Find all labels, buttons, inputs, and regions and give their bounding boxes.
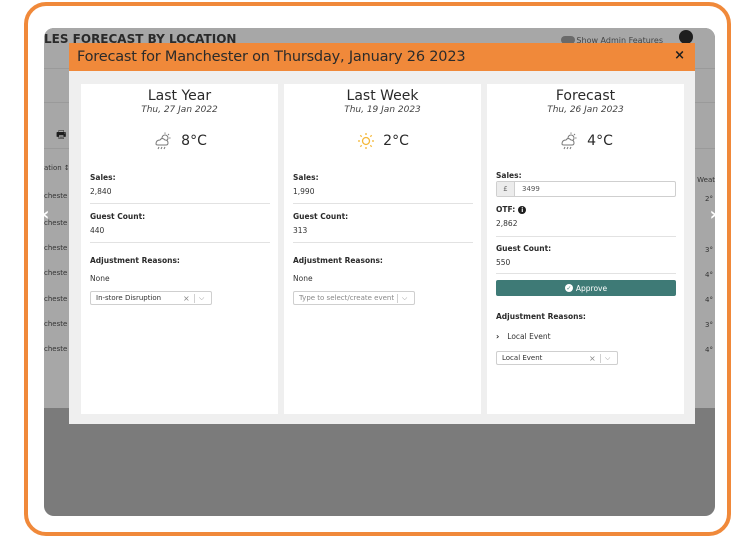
chevron-down-icon[interactable]: ⌵	[402, 294, 407, 303]
card-title: Last Week	[346, 88, 419, 104]
adjustment-reasons-label: Adjustment Reasons:	[90, 256, 180, 265]
next-day-arrow-icon[interactable]: ›	[710, 204, 715, 225]
divider	[293, 203, 473, 204]
divider	[496, 236, 676, 237]
table-row-temp: 4°	[705, 271, 713, 279]
table-row-location: cheste	[44, 320, 68, 328]
info-icon[interactable]: i	[518, 206, 527, 214]
guest-count-label: Guest Count:	[293, 212, 349, 221]
table-row-temp: 3°	[705, 321, 713, 329]
weather-column-header: Weat	[697, 176, 715, 184]
table-row-location: cheste	[44, 269, 68, 277]
sales-value: 2,840	[90, 187, 112, 196]
chevron-right-icon[interactable]: ›	[496, 332, 499, 341]
print-icon[interactable]: 🖶	[56, 126, 66, 145]
sales-input-value: 3499	[522, 185, 540, 193]
adjustment-reasons-label: Adjustment Reasons:	[496, 312, 586, 321]
table-row-location: cheste	[44, 345, 68, 353]
select-separator	[397, 293, 398, 303]
reason-list-item[interactable]: › Local Event	[496, 332, 551, 341]
table-row-temp: 4°	[705, 296, 713, 304]
select-value: In-store Disruption	[96, 294, 162, 302]
cloud-rain-sun-icon	[561, 132, 577, 150]
adjustment-reasons-value: None	[293, 274, 313, 283]
sales-input[interactable]: £ 3499	[496, 181, 676, 197]
guest-count-value: 550	[496, 258, 511, 267]
reason-item-label: Local Event	[507, 332, 551, 341]
card-date: Thu, 26 Jan 2023	[547, 105, 624, 115]
temperature: 2°C	[383, 133, 409, 149]
table-row-temp: 4°	[705, 346, 713, 354]
card-date: Thu, 19 Jan 2023	[344, 105, 421, 115]
sun-icon	[358, 133, 375, 149]
guest-count-label: Guest Count:	[496, 244, 552, 253]
last-week-card: Last Week Thu, 19 Jan 2023 2°C Sales: 1,…	[284, 84, 481, 414]
guest-count-label: Guest Count:	[90, 212, 146, 221]
currency-symbol: £	[497, 182, 515, 196]
app-screen: LES FORECAST BY LOCATION Show Admin Feat…	[44, 28, 715, 516]
temperature: 8°C	[181, 133, 207, 149]
divider	[496, 273, 676, 274]
chevron-down-icon[interactable]: ⌵	[605, 354, 610, 363]
divider	[90, 203, 270, 204]
clear-icon[interactable]: ×	[183, 294, 190, 303]
last-year-card: Last Year Thu, 27 Jan 2022 8°C Sales: 2,…	[81, 84, 278, 414]
location-column-header[interactable]: ation ↕	[44, 164, 70, 172]
previous-day-arrow-icon[interactable]: ‹	[44, 204, 49, 225]
divider	[293, 242, 473, 243]
otf-value: 2,862	[496, 219, 518, 228]
approve-button[interactable]: ✓ Approve	[496, 280, 676, 296]
device-frame: LES FORECAST BY LOCATION Show Admin Feat…	[24, 2, 731, 536]
select-placeholder: Type to select/create event	[299, 294, 395, 302]
temperature: 4°C	[587, 133, 613, 149]
card-title: Forecast	[555, 88, 616, 104]
sales-label: Sales:	[496, 171, 522, 180]
modal-header: Forecast for Manchester on Thursday, Jan…	[69, 43, 695, 71]
table-row-temp: 3°	[705, 246, 713, 254]
select-separator	[600, 353, 601, 363]
forecast-card: Forecast Thu, 26 Jan 2023 4°C Sales: £ 3…	[487, 84, 684, 414]
divider	[90, 242, 270, 243]
sales-label: Sales:	[293, 173, 319, 182]
approve-label: Approve	[575, 283, 608, 293]
forecast-modal: Forecast for Manchester on Thursday, Jan…	[69, 43, 695, 424]
check-circle-icon: ✓	[564, 284, 573, 292]
select-separator	[194, 293, 195, 303]
chevron-down-icon[interactable]: ⌵	[199, 294, 204, 303]
select-value: Local Event	[502, 354, 543, 362]
sales-label: Sales:	[90, 173, 116, 182]
adjustment-reason-select[interactable]: Local Event × ⌵	[496, 351, 618, 365]
otf-label: OTF:	[496, 205, 516, 214]
table-row-location: cheste	[44, 192, 68, 200]
event-select[interactable]: Type to select/create event ⌵	[293, 291, 415, 305]
cloud-rain-sun-icon	[155, 132, 171, 150]
guest-count-value: 313	[293, 226, 308, 235]
card-title: Last Year	[147, 88, 212, 104]
adjustment-reasons-value: None	[90, 274, 110, 283]
table-row-temp: 2°	[705, 195, 713, 203]
modal-title: Forecast for Manchester on Thursday, Jan…	[77, 49, 466, 65]
card-date: Thu, 27 Jan 2022	[141, 105, 218, 115]
table-row-location: cheste	[44, 295, 68, 303]
close-icon[interactable]: ×	[674, 48, 685, 63]
adjustment-reasons-label: Adjustment Reasons:	[293, 256, 383, 265]
clear-icon[interactable]: ×	[589, 354, 596, 363]
sales-value: 1,990	[293, 187, 315, 196]
table-row-location: cheste	[44, 244, 68, 252]
user-avatar-icon[interactable]	[679, 30, 693, 44]
guest-count-value: 440	[90, 226, 105, 235]
adjustment-reason-select[interactable]: In-store Disruption × ⌵	[90, 291, 212, 305]
